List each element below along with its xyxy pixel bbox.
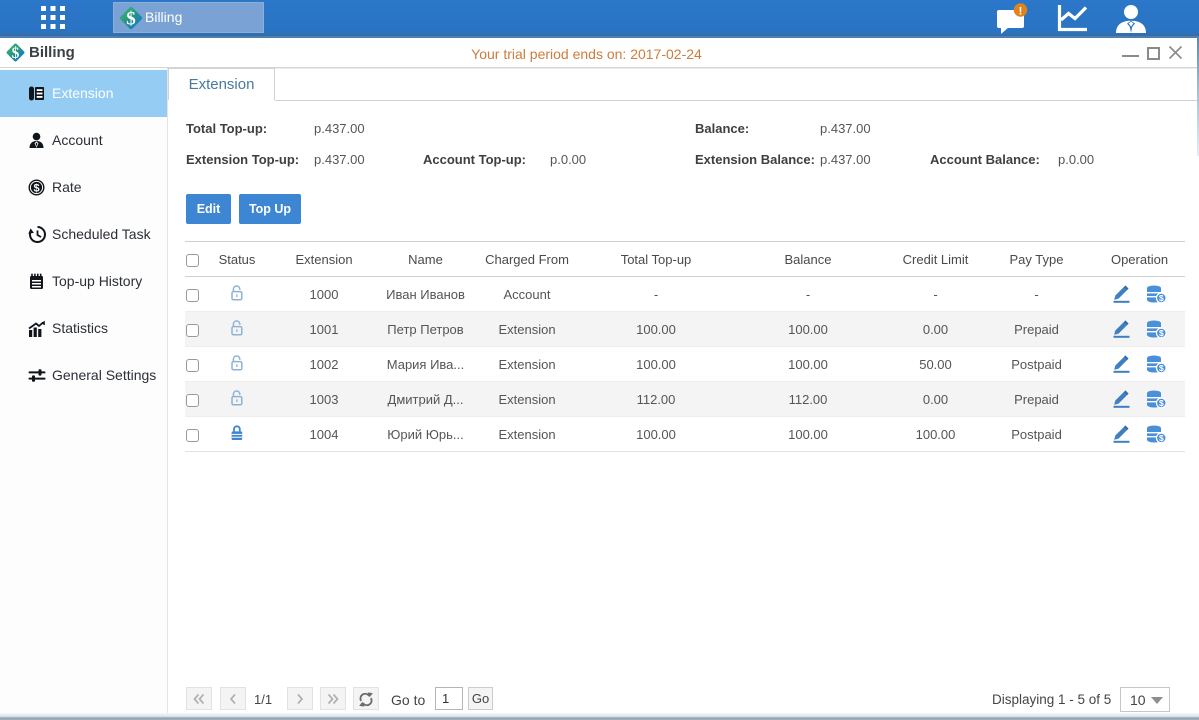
svg-text:$: $	[1159, 433, 1164, 443]
svg-text:$: $	[1159, 398, 1164, 408]
svg-text:$: $	[1159, 363, 1164, 373]
svg-text:$: $	[126, 8, 136, 29]
svg-text:!: !	[1019, 5, 1023, 17]
svg-text:$: $	[1159, 293, 1164, 303]
svg-text:$: $	[33, 183, 39, 195]
svg-text:$: $	[1159, 328, 1164, 338]
